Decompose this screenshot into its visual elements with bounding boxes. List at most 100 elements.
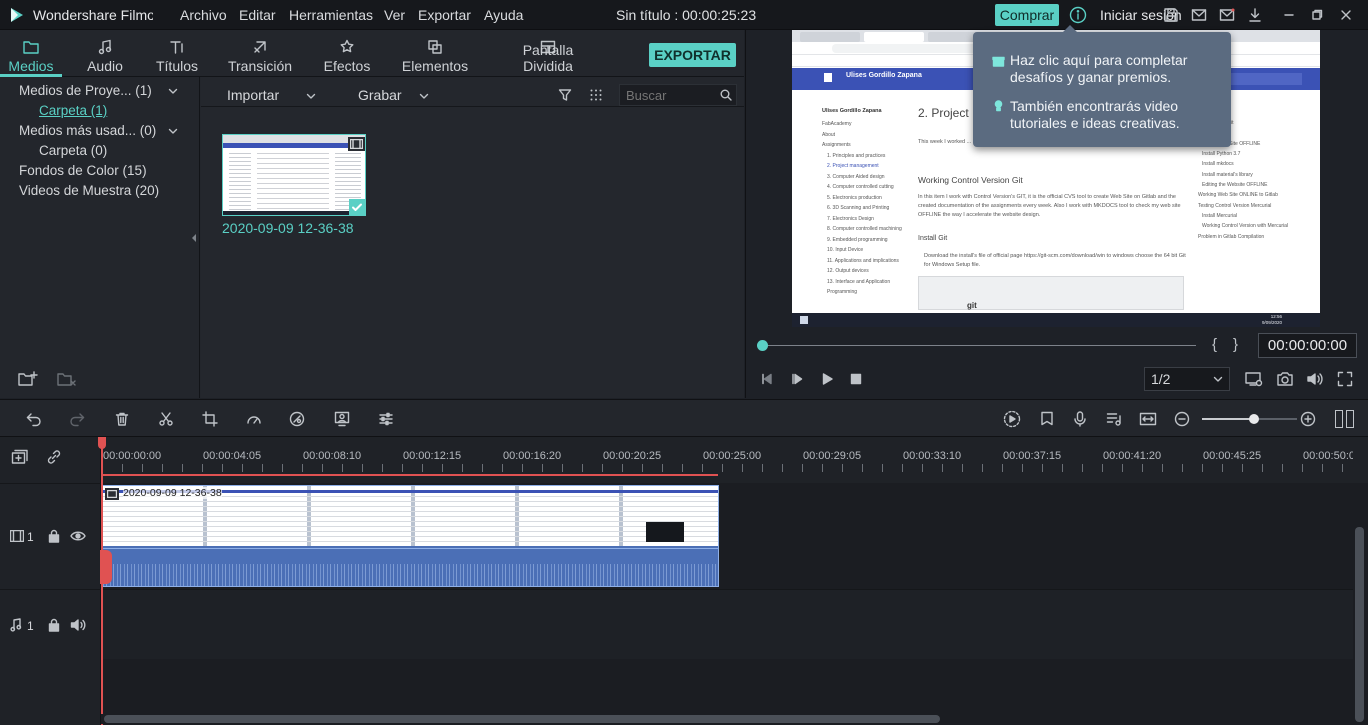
thumb-content <box>257 153 329 211</box>
preview-embedded-screenshot: git <box>918 276 1184 310</box>
import-dropdown[interactable]: Importar <box>227 87 279 103</box>
minimize-icon[interactable] <box>1280 6 1298 24</box>
previous-frame-icon[interactable] <box>758 370 776 388</box>
audio-adjust-icon[interactable] <box>377 410 395 428</box>
media-clip-name[interactable]: 2020-09-09 12-36-38 <box>222 220 354 236</box>
nav-folder[interactable]: Carpeta (1) <box>39 103 107 118</box>
link-icon[interactable] <box>44 447 64 467</box>
preview-side-item: 1. Principles and practices <box>827 152 886 159</box>
play-reverse-icon[interactable] <box>788 370 806 388</box>
nav-sample-videos[interactable]: Videos de Muestra (20) <box>19 183 159 198</box>
menu-ver[interactable]: Ver <box>384 0 405 30</box>
voiceover-list-icon[interactable] <box>1105 410 1123 428</box>
chevron-down-icon[interactable] <box>166 124 180 138</box>
grid-view-icon[interactable] <box>588 87 604 103</box>
mark-in-button[interactable]: { <box>1212 336 1217 353</box>
search-box <box>619 84 737 106</box>
speaker-icon[interactable] <box>69 617 87 633</box>
download-icon[interactable] <box>1246 6 1264 24</box>
timeline-hscroll-thumb[interactable] <box>104 715 940 723</box>
record-dropdown[interactable]: Grabar <box>358 87 402 103</box>
search-input[interactable] <box>626 87 716 103</box>
new-folder-icon[interactable] <box>17 370 39 388</box>
buy-button[interactable]: Comprar <box>995 4 1059 26</box>
preview-quality-select[interactable]: 1/2 <box>1144 367 1230 391</box>
collapse-panel-icon[interactable] <box>189 232 199 244</box>
playhead-handle[interactable] <box>98 437 106 449</box>
maximize-icon[interactable] <box>1308 6 1326 24</box>
preview-playhead-handle[interactable] <box>757 340 768 351</box>
tab-titulos[interactable]: Títulos <box>150 30 204 78</box>
crop-icon[interactable] <box>201 410 219 428</box>
playhead-line[interactable] <box>101 437 103 725</box>
preview-install-heading: Install Git <box>918 235 948 242</box>
menu-herramientas[interactable]: Herramientas <box>289 0 373 30</box>
close-icon[interactable] <box>1337 6 1355 24</box>
eye-icon[interactable] <box>69 528 87 544</box>
lock-icon[interactable] <box>46 528 62 544</box>
menu-editar[interactable]: Editar <box>239 0 276 30</box>
panel-toggle-icon[interactable] <box>1335 409 1355 429</box>
nav-project-media[interactable]: Medios de Proye... (1) <box>19 83 152 98</box>
tab-elementos[interactable]: Elementos <box>400 30 470 78</box>
chevron-down-icon[interactable] <box>166 84 180 98</box>
tab-medios[interactable]: Medios <box>0 30 62 78</box>
render-preview-icon[interactable] <box>1244 369 1264 389</box>
snapshot-camera-icon[interactable] <box>1275 369 1295 389</box>
zoom-out-icon[interactable] <box>1173 410 1191 428</box>
nav-color-backgrounds[interactable]: Fondos de Color (15) <box>19 163 147 178</box>
filter-icon[interactable] <box>557 87 573 103</box>
nav-shared-media[interactable]: Medios más usad... (0) <box>19 123 156 138</box>
menu-ayuda[interactable]: Ayuda <box>484 0 523 30</box>
delete-icon[interactable] <box>113 410 131 428</box>
notification-mail-icon[interactable] <box>1218 6 1236 24</box>
preview-progress-track[interactable] <box>762 345 1196 346</box>
preview-browser-tab <box>800 32 860 42</box>
preview-windows-icon <box>800 316 808 324</box>
filmora-logo-icon <box>8 6 26 24</box>
fullscreen-icon[interactable] <box>1335 369 1355 389</box>
search-icon[interactable] <box>719 88 733 102</box>
tab-efectos[interactable]: Efectos <box>320 30 374 78</box>
preview-timecode[interactable]: 00:00:00:00 <box>1258 333 1357 358</box>
play-icon[interactable] <box>818 370 836 388</box>
save-icon[interactable] <box>1162 6 1180 24</box>
volume-icon[interactable] <box>1305 369 1325 389</box>
info-icon[interactable] <box>1068 5 1088 25</box>
menu-exportar[interactable]: Exportar <box>418 0 471 30</box>
color-palette-icon[interactable] <box>288 410 306 428</box>
chevron-down-icon[interactable] <box>417 89 431 103</box>
timeline-vscroll-thumb[interactable] <box>1355 527 1364 722</box>
delete-folder-icon[interactable] <box>56 370 78 388</box>
media-clip-thumbnail[interactable] <box>222 134 366 216</box>
zoom-slider-handle[interactable] <box>1249 414 1259 424</box>
fit-timeline-icon[interactable] <box>1138 410 1158 428</box>
tab-transicion[interactable]: Transición <box>225 30 295 78</box>
marker-icon[interactable] <box>1038 410 1056 428</box>
nav-folder-2[interactable]: Carpeta (0) <box>39 143 107 158</box>
menu-archivo[interactable]: Archivo <box>180 0 227 30</box>
green-screen-icon[interactable] <box>333 410 351 428</box>
tab-pantalla-dividida[interactable]: Pantalla Dividida <box>500 30 596 78</box>
cut-scissors-icon[interactable] <box>157 410 175 428</box>
lock-icon[interactable] <box>46 617 62 633</box>
speed-gauge-icon[interactable] <box>245 410 263 428</box>
render-icon[interactable] <box>1002 410 1022 428</box>
ruler-tick-label: 00:00:16:20 <box>503 450 562 462</box>
microphone-icon[interactable] <box>1071 410 1089 428</box>
export-button[interactable]: EXPORTAR <box>649 43 736 67</box>
preview-side-item: 7. Electronics Design <box>827 215 874 222</box>
redo-icon[interactable] <box>68 410 86 428</box>
add-track-icon[interactable] <box>10 447 30 467</box>
stop-icon[interactable] <box>847 370 865 388</box>
mail-icon[interactable] <box>1190 6 1208 24</box>
mark-out-button[interactable]: } <box>1233 336 1238 353</box>
tab-label: Transición <box>227 58 293 74</box>
tab-audio[interactable]: Audio <box>80 30 130 78</box>
chevron-down-icon[interactable] <box>304 89 318 103</box>
audio-track-number: 1 <box>27 619 34 633</box>
undo-icon[interactable] <box>25 410 43 428</box>
preview-side-item: Assignments <box>822 142 851 148</box>
zoom-in-icon[interactable] <box>1299 410 1317 428</box>
timeline-video-clip[interactable]: 2020-09-09 12-36-38 <box>102 485 719 587</box>
